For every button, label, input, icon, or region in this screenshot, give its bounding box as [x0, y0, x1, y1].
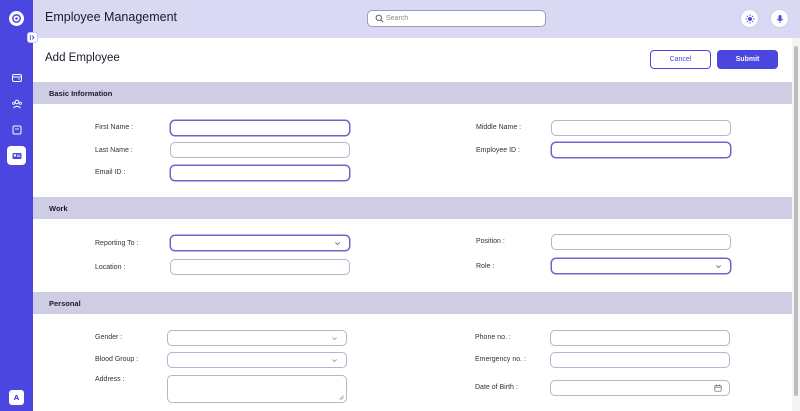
email-id-label: Email ID : [95, 169, 126, 176]
wallet-icon [11, 73, 22, 82]
cancel-button[interactable]: Cancel [650, 50, 711, 69]
position-label: Position : [476, 238, 505, 245]
dob-field[interactable] [550, 380, 730, 396]
sun-icon [745, 14, 754, 23]
email-id-field[interactable] [170, 165, 350, 181]
chevron-down-icon [716, 265, 721, 269]
section-title: Basic Information [49, 89, 113, 98]
app-logo-icon[interactable] [9, 11, 24, 26]
position-field[interactable] [551, 234, 731, 250]
role-select[interactable] [551, 258, 731, 274]
avatar[interactable]: A [9, 390, 24, 405]
employee-id-field[interactable] [551, 142, 731, 158]
search-box[interactable] [367, 10, 546, 27]
theme-button[interactable] [740, 9, 759, 28]
first-name-field[interactable] [170, 120, 350, 136]
middle-name-label: Middle Name : [476, 124, 522, 131]
gender-select[interactable] [167, 330, 347, 346]
first-name-label: First Name : [95, 124, 134, 131]
chevron-down-icon [335, 242, 340, 246]
sidebar-item-employees[interactable] [7, 146, 26, 165]
location-label: Location : [95, 264, 126, 271]
users-icon [11, 99, 22, 108]
last-name-label: Last Name : [95, 147, 133, 154]
chevron-down-icon [332, 337, 337, 341]
blood-group-label: Blood Group : [95, 356, 139, 363]
emergency-field[interactable] [550, 352, 730, 368]
section-personal: Personal [33, 292, 792, 314]
address-label: Address : [95, 376, 125, 383]
chevron-down-icon [332, 359, 337, 363]
resize-grip-icon[interactable] [339, 395, 344, 400]
calendar-icon[interactable] [714, 384, 722, 392]
sidebar-expand-button[interactable] [27, 32, 38, 43]
vertical-scrollbar[interactable] [792, 38, 800, 411]
section-title: Personal [49, 299, 81, 308]
middle-name-field[interactable] [551, 120, 731, 136]
sidebar-item-wallet[interactable] [7, 68, 26, 87]
section-title: Work [49, 204, 68, 213]
location-field[interactable] [170, 259, 350, 275]
sidebar-item-notes[interactable] [7, 120, 26, 139]
role-label: Role : [476, 263, 495, 270]
note-icon [12, 125, 21, 134]
blood-group-select[interactable] [167, 352, 347, 368]
employee-id-label: Employee ID : [476, 147, 520, 154]
chevron-right-icon [29, 34, 35, 41]
sidebar: A [0, 0, 33, 411]
search-input[interactable] [386, 12, 536, 25]
microphone-button[interactable] [770, 9, 789, 28]
reporting-to-select[interactable] [170, 235, 350, 251]
gender-label: Gender : [95, 334, 123, 341]
emergency-label: Emergency no. : [475, 356, 526, 363]
dob-label: Date of Birth : [475, 384, 518, 391]
section-work: Work [33, 197, 792, 219]
phone-field[interactable] [550, 330, 730, 346]
search-icon [375, 14, 384, 23]
page-title: Add Employee [45, 52, 120, 64]
submit-button[interactable]: Submit [717, 50, 778, 69]
reporting-to-label: Reporting To : [95, 240, 139, 247]
sidebar-item-team[interactable] [7, 94, 26, 113]
scrollbar-thumb[interactable] [794, 46, 798, 396]
section-basic-information: Basic Information [33, 82, 792, 104]
last-name-field[interactable] [170, 142, 350, 158]
address-textarea[interactable] [167, 375, 347, 403]
phone-label: Phone no. : [475, 334, 511, 341]
main-content: Add Employee Cancel Submit Basic Informa… [33, 38, 792, 411]
top-bar: Employee Management [33, 0, 800, 38]
id-card-icon [12, 152, 21, 159]
microphone-icon [776, 14, 783, 23]
app-title: Employee Management [45, 10, 178, 24]
